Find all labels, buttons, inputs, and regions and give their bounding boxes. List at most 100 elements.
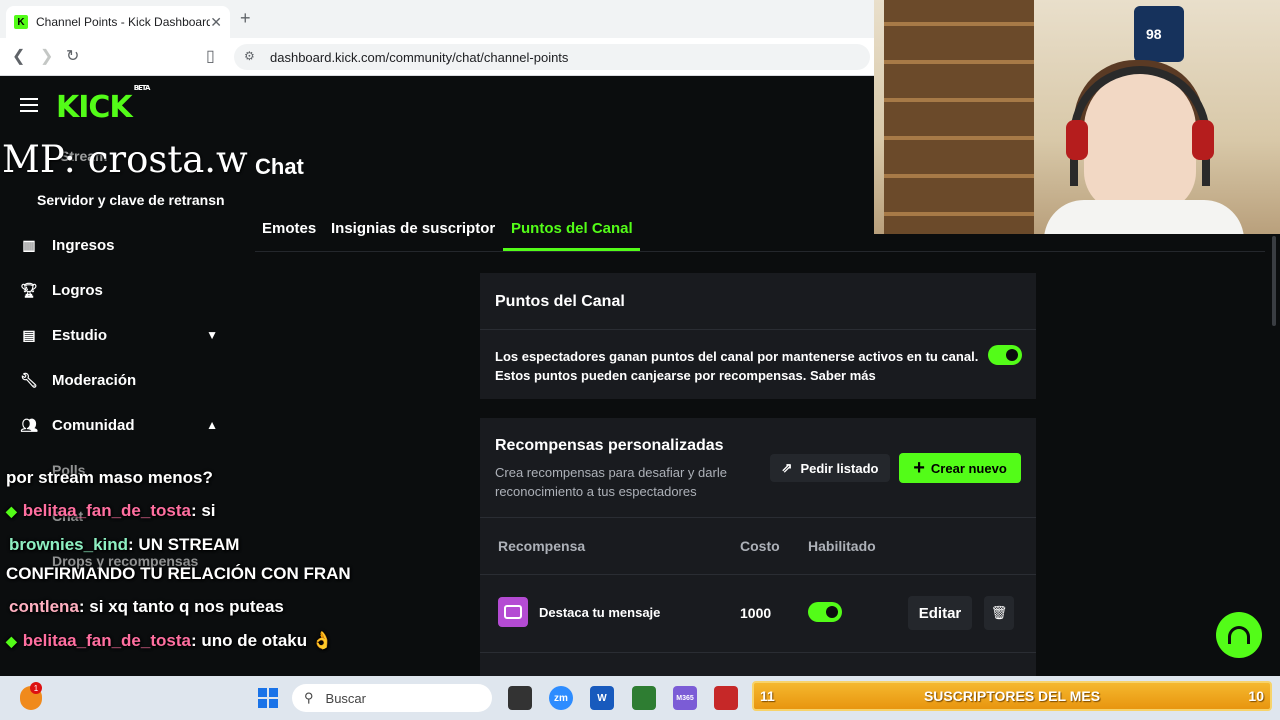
channel-points-desc-line1: Los espectadores ganan puntos del canal … bbox=[495, 349, 979, 364]
channel-points-description: Los espectadores ganan puntos del canal … bbox=[495, 347, 995, 385]
create-new-label: Crear nuevo bbox=[930, 460, 1007, 476]
taskbar-search[interactable]: ⚲ Buscar bbox=[292, 684, 492, 712]
rewards-table-header: Recompensa Costo Habilitado bbox=[480, 517, 1036, 575]
chevron-down-icon[interactable]: ▼ bbox=[206, 328, 218, 342]
tab-emotes[interactable]: Emotes bbox=[262, 220, 316, 237]
sidebar-item-estudio[interactable]: ▤ Estudio ▼ bbox=[20, 320, 230, 350]
sidebar-item-label: Comunidad bbox=[52, 416, 135, 434]
tab-insignias[interactable]: Insignias de suscriptor bbox=[331, 220, 495, 237]
chat-message: ◆ belitaa_fan_de_tosta: si bbox=[6, 501, 216, 521]
chat-message: CONFIRMANDO TU RELACIÓN CON FRAN bbox=[6, 564, 351, 584]
site-settings-icon[interactable]: ⚙ bbox=[244, 49, 255, 63]
custom-rewards-title: Recompensas personalizadas bbox=[495, 437, 724, 454]
tab-puntos-del-canal[interactable]: Puntos del Canal bbox=[511, 220, 633, 237]
kick-logo[interactable]: KICKBETA bbox=[56, 84, 150, 125]
sidebar-item-logros[interactable]: 🏆︎ Logros bbox=[20, 275, 230, 305]
wall-jersey: 98 bbox=[1134, 6, 1184, 62]
custom-rewards-subtitle: Crea recompensas para desafiar y darle r… bbox=[495, 465, 727, 499]
sidebar-item-moderacion[interactable]: 🔧︎ Moderación bbox=[20, 365, 230, 395]
forward-icon[interactable]: ❯ bbox=[40, 46, 53, 66]
badge-gem-icon: ◆ bbox=[6, 503, 17, 519]
search-placeholder: Buscar bbox=[325, 690, 366, 706]
sidebar-item-label: Moderación bbox=[52, 371, 137, 389]
chat-text: CONFIRMANDO TU RELACIÓN CON FRAN bbox=[6, 564, 351, 583]
browser-tab-bar: K Channel Points - Kick Dashboard ✕ + bbox=[0, 0, 874, 38]
col-recompensa: Recompensa bbox=[498, 538, 586, 554]
notification-badge: 1 bbox=[30, 682, 42, 694]
jersey-number: 98 bbox=[1146, 26, 1162, 42]
address-bar: ❮ ❯ ↻ ▯ ⚙ dashboard.kick.com/community/c… bbox=[0, 38, 874, 76]
chat-username: belitaa_fan_de_tosta bbox=[22, 501, 191, 520]
file-explorer-icon[interactable] bbox=[508, 686, 532, 710]
page-title: Chat bbox=[255, 154, 304, 179]
search-icon: ⚲ bbox=[304, 690, 314, 705]
edit-button[interactable]: Editar bbox=[908, 596, 972, 630]
chat-message: por stream maso menos? bbox=[6, 468, 213, 488]
url-field[interactable]: ⚙ dashboard.kick.com/community/chat/chan… bbox=[234, 44, 870, 70]
sidebar-item-server-key[interactable]: Servidor y clave de retransn bbox=[37, 192, 225, 208]
reload-icon[interactable]: ↻ bbox=[66, 46, 79, 66]
chat-text: : si xq tanto q nos puteas bbox=[78, 597, 284, 616]
new-tab-button[interactable]: + bbox=[240, 8, 251, 29]
dashboard-header: KICKBETA bbox=[0, 76, 874, 136]
logo-text: KICK bbox=[56, 90, 133, 125]
channel-points-card: Puntos del Canal Los espectadores ganan … bbox=[480, 273, 1036, 399]
headset-left-cup bbox=[1066, 120, 1088, 160]
chat-text: : UN STREAM bbox=[128, 535, 240, 554]
sidebar-item-label: Logros bbox=[52, 281, 103, 299]
chat-message: ◆ belitaa_fan_de_tosta: uno de otaku 👌 bbox=[6, 631, 333, 651]
webcam-overlay: 98 bbox=[874, 0, 1280, 234]
chat-text: : uno de otaku 👌 bbox=[190, 631, 334, 650]
plus-icon: + bbox=[913, 456, 925, 479]
menu-icon[interactable] bbox=[20, 98, 38, 112]
trophy-icon: 🏆︎ bbox=[20, 281, 38, 298]
active-tab-indicator bbox=[503, 248, 640, 251]
channel-points-title: Puntos del Canal bbox=[480, 273, 1036, 330]
reward-highlight-icon bbox=[498, 597, 528, 627]
stream-overlay-title: MP: crosta.w bbox=[2, 138, 248, 181]
reward-cost: 1000 bbox=[740, 605, 772, 621]
table-row: Destaca tu mensaje 1000 Editar 🗑︎ bbox=[480, 575, 1036, 653]
chat-text: por stream maso menos? bbox=[6, 468, 213, 487]
amd-icon[interactable] bbox=[714, 686, 738, 710]
chat-message: brownies_kind: UN STREAM bbox=[6, 535, 239, 555]
subs-goal-label: SUSCRIPTORES DEL MES bbox=[923, 688, 1101, 704]
delete-icon[interactable]: 🗑︎ bbox=[984, 596, 1014, 630]
headset-right-cup bbox=[1192, 120, 1214, 160]
studio-icon: ▤ bbox=[22, 326, 36, 343]
request-list-label: Pedir listado bbox=[800, 460, 879, 476]
chevron-up-icon[interactable]: ▲ bbox=[206, 418, 218, 432]
subs-goal-bar: 11 SUSCRIPTORES DEL MES 10 bbox=[752, 681, 1272, 711]
scrollbar[interactable] bbox=[1272, 236, 1276, 326]
reward-enabled-toggle[interactable] bbox=[808, 602, 842, 622]
url-text: dashboard.kick.com/community/chat/channe… bbox=[270, 49, 569, 65]
col-habilitado: Habilitado bbox=[808, 538, 876, 554]
support-headset-icon[interactable] bbox=[1216, 612, 1262, 658]
m365-icon[interactable]: M365 bbox=[673, 686, 697, 710]
request-list-button[interactable]: ⇗ Pedir listado bbox=[770, 454, 890, 482]
reward-name: Destaca tu mensaje bbox=[539, 605, 661, 620]
bookmark-icon[interactable]: ▯ bbox=[206, 46, 215, 66]
wrench-icon: 🔧︎ bbox=[20, 371, 38, 388]
back-icon[interactable]: ❮ bbox=[12, 46, 25, 66]
sidebar-item-label: Ingresos bbox=[52, 236, 115, 254]
close-tab-icon[interactable]: ✕ bbox=[210, 14, 222, 31]
bookshelf bbox=[884, 0, 1034, 234]
channel-points-desc-line2[interactable]: Estos puntos pueden canjearse por recomp… bbox=[495, 366, 995, 385]
windows-start-icon[interactable] bbox=[258, 688, 278, 708]
zoom-icon[interactable]: zm bbox=[549, 686, 573, 710]
create-new-button[interactable]: + Crear nuevo bbox=[899, 453, 1021, 483]
sidebar-item-comunidad[interactable]: 👥︎ Comunidad ▲ bbox=[20, 410, 230, 440]
kick-favicon-icon: K bbox=[14, 15, 28, 29]
browser-tab[interactable]: K Channel Points - Kick Dashboard ✕ bbox=[6, 6, 230, 38]
chat-message: contlena: si xq tanto q nos puteas bbox=[6, 597, 284, 617]
community-icon: 👥︎ bbox=[20, 416, 38, 433]
chat-username: brownies_kind bbox=[9, 535, 129, 554]
chart-icon: ▥ bbox=[22, 236, 36, 253]
word-icon[interactable]: W bbox=[590, 686, 614, 710]
channel-points-toggle[interactable] bbox=[988, 345, 1022, 365]
minecraft-icon[interactable] bbox=[632, 686, 656, 710]
sidebar-item-ingresos[interactable]: ▥ Ingresos bbox=[20, 230, 230, 260]
list-arrow-icon: ⇗ bbox=[781, 460, 793, 475]
chat-username: contlena bbox=[9, 597, 79, 616]
